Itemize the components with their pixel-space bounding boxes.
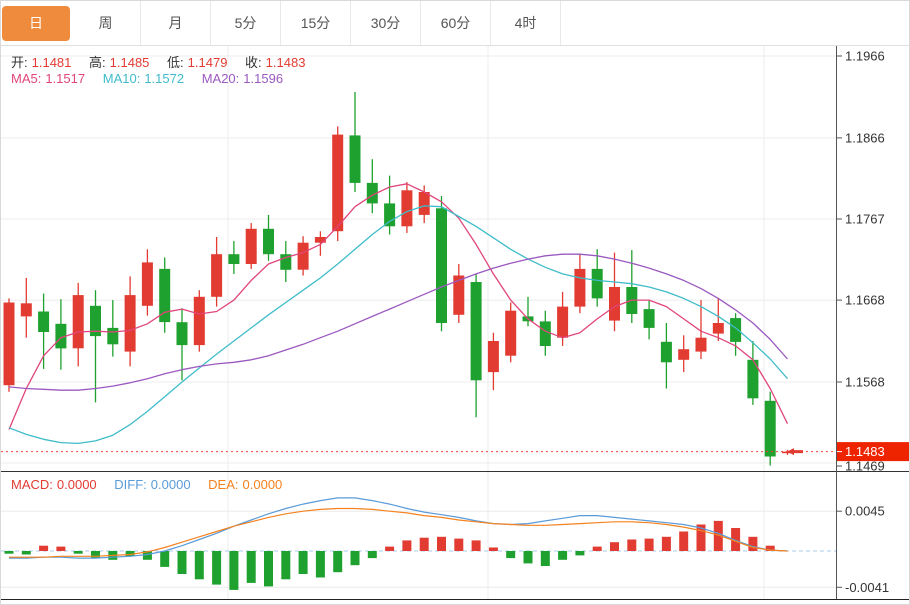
dea-label: DEA: — [208, 477, 238, 492]
tab-60min[interactable]: 60分 — [421, 1, 491, 45]
ma-legend: MA5: 1.1517 MA10:1.1572 MA20:1.1596 — [11, 71, 287, 86]
ohlc-legend: 开: 1.1481 高: 1.1485 低: 1.1479 收: 1.1483 — [11, 52, 309, 71]
timeframe-tabbar: 日 周 月 5分 15分 30分 60分 4时 — [1, 1, 909, 46]
ma10-label: MA10: — [103, 71, 141, 86]
dea-value: 0.0000 — [243, 477, 283, 492]
svg-text:-0.0041: -0.0041 — [845, 580, 889, 595]
svg-text:0.0045: 0.0045 — [845, 504, 885, 519]
svg-text:1.1966: 1.1966 — [845, 49, 885, 64]
ma20-value: 1.1596 — [243, 71, 283, 86]
ma5-label: MA5: — [11, 71, 41, 86]
tab-month[interactable]: 月 — [141, 1, 211, 45]
close-label: 收: — [245, 55, 262, 70]
svg-text:1.1568: 1.1568 — [845, 375, 885, 390]
current-price-marker — [787, 448, 803, 455]
tab-4hour[interactable]: 4时 — [491, 1, 561, 45]
open-label: 开: — [11, 55, 28, 70]
svg-text:1.1767: 1.1767 — [845, 212, 885, 227]
macd-legend: MACD: 0.0000 DIFF: 0.0000 DEA: 0.0000 — [11, 477, 286, 492]
current-price-tag: 1.1483 — [837, 442, 909, 461]
trading-chart-window: 日 周 月 5分 15分 30分 60分 4时 1.1966 1.1866 1.17… — [0, 0, 910, 605]
diff-value: 0.0000 — [151, 477, 191, 492]
ma20-label: MA20: — [202, 71, 240, 86]
tab-30min[interactable]: 30分 — [351, 1, 421, 45]
ma10-value: 1.1572 — [144, 71, 184, 86]
ma5-value: 1.1517 — [45, 71, 85, 86]
svg-text:1.1483: 1.1483 — [845, 444, 885, 459]
diff-label: DIFF: — [114, 477, 147, 492]
svg-text:1.1668: 1.1668 — [845, 293, 885, 308]
chart-canvas[interactable]: 1.19661.18661.17671.16681.15681.14690.00… — [1, 1, 910, 605]
tab-5min[interactable]: 5分 — [211, 1, 281, 45]
candles — [4, 92, 794, 466]
close-value: 1.1483 — [266, 55, 306, 70]
macd-value: 0.0000 — [57, 477, 97, 492]
svg-text:1.1866: 1.1866 — [845, 130, 885, 145]
open-value: 1.1481 — [32, 55, 72, 70]
macd-label: MACD: — [11, 477, 53, 492]
tab-week[interactable]: 周 — [71, 1, 141, 45]
low-label: 低: — [167, 55, 184, 70]
high-label: 高: — [89, 55, 106, 70]
high-value: 1.1485 — [110, 55, 150, 70]
tab-15min[interactable]: 15分 — [281, 1, 351, 45]
low-value: 1.1479 — [188, 55, 228, 70]
tab-day[interactable]: 日 — [2, 6, 70, 41]
price-axis-labels: 1.19661.18661.17671.16681.15681.14690.00… — [836, 49, 889, 595]
